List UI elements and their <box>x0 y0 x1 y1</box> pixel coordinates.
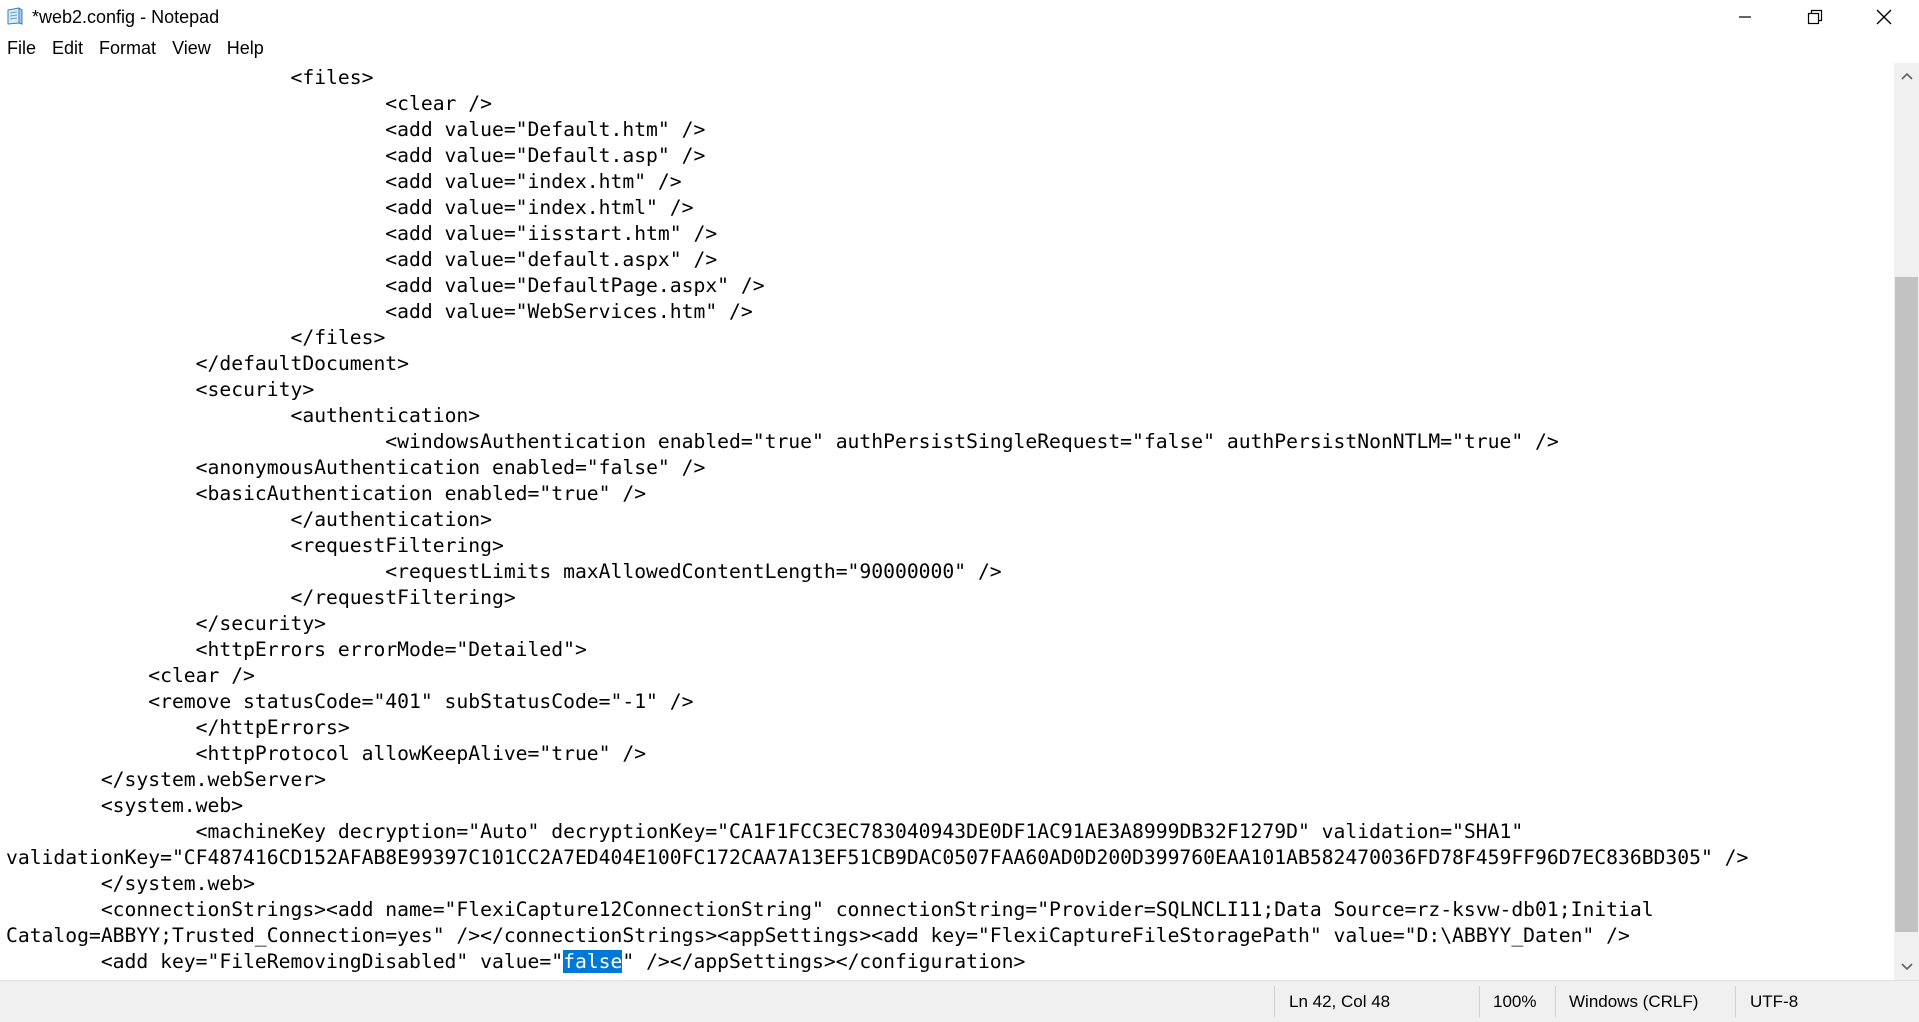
editor-line: <requestFiltering> <box>6 534 504 557</box>
editor-line: <add value="Default.htm" /> <box>6 118 706 141</box>
editor-line: <remove statusCode="401" subStatusCode="… <box>6 690 694 713</box>
vertical-scrollbar[interactable] <box>1894 63 1919 980</box>
menu-view[interactable]: View <box>165 36 220 62</box>
close-button[interactable] <box>1849 0 1919 34</box>
editor-line: <add value="index.html" /> <box>6 196 694 219</box>
editor-line: <connectionStrings><add name="FlexiCaptu… <box>6 898 1654 921</box>
editor-line: validationKey="CF487416CD152AFAB8E99397C… <box>6 846 1749 869</box>
editor-line: <add value="iisstart.htm" /> <box>6 222 718 245</box>
status-divider <box>1274 986 1275 1017</box>
title-bar: *web2.config - Notepad <box>0 0 1919 34</box>
editor-line: <windowsAuthentication enabled="true" au… <box>6 430 1559 453</box>
menu-file[interactable]: File <box>0 36 45 62</box>
status-divider <box>1479 986 1480 1017</box>
status-bar: Ln 42, Col 48 100% Windows (CRLF) UTF-8 <box>0 980 1919 1022</box>
editor-line: <httpErrors errorMode="Detailed"> <box>6 638 587 661</box>
menu-format[interactable]: Format <box>92 36 165 62</box>
restore-button[interactable] <box>1780 0 1850 34</box>
selected-text[interactable]: false <box>563 950 623 973</box>
editor-line: <files> <box>6 66 374 89</box>
editor-line: <clear /> <box>6 92 492 115</box>
restore-icon <box>1807 9 1823 25</box>
status-divider <box>1555 986 1556 1017</box>
editor-line: <clear /> <box>6 664 255 687</box>
editor-text[interactable]: <files> <clear /> <add value="Default.ht… <box>6 65 1748 975</box>
editor-line: </defaultDocument> <box>6 352 410 375</box>
zoom-level: 100% <box>1493 991 1537 1011</box>
close-icon <box>1876 9 1892 25</box>
editor-line: <add value="default.aspx" /> <box>6 248 718 271</box>
editor-line: <anonymousAuthentication enabled="false"… <box>6 456 706 479</box>
scroll-thumb[interactable] <box>1895 277 1918 932</box>
editor-line-segment: <add key="FileRemovingDisabled" value=" <box>6 950 564 973</box>
text-editor[interactable]: <files> <clear /> <add value="Default.ht… <box>0 63 1894 980</box>
editor-line: </requestFiltering> <box>6 586 516 609</box>
window-title: *web2.config - Notepad <box>32 7 220 27</box>
minimize-button[interactable] <box>1710 0 1780 34</box>
editor-line-segment: " /></appSettings></configuration> <box>622 950 1026 973</box>
editor-line: <add value="Default.asp" /> <box>6 144 706 167</box>
editor-line: </files> <box>6 326 386 349</box>
minimize-icon <box>1738 10 1752 24</box>
scroll-down-icon <box>1900 958 1913 976</box>
editor-line: </httpErrors> <box>6 716 350 739</box>
editor-line: </system.web> <box>6 872 255 895</box>
menu-help[interactable]: Help <box>220 36 273 62</box>
editor-line: </authentication> <box>6 508 492 531</box>
notepad-icon <box>6 7 24 25</box>
editor-line-last: <add key="FileRemovingDisabled" value="f… <box>6 950 1025 973</box>
menu-bar: File Edit Format View Help <box>0 36 273 62</box>
scroll-down-button[interactable] <box>1894 956 1919 978</box>
editor-line: </system.webServer> <box>6 768 327 791</box>
editor-line: <security> <box>6 378 315 401</box>
editor-line: <add value="DefaultPage.aspx" /> <box>6 274 765 297</box>
status-divider <box>1735 986 1736 1017</box>
editor-line: <requestLimits maxAllowedContentLength="… <box>6 560 1002 583</box>
editor-line: <httpProtocol allowKeepAlive="true" /> <box>6 742 647 765</box>
line-ending: Windows (CRLF) <box>1569 991 1699 1011</box>
editor-line: <authentication> <box>6 404 481 427</box>
cursor-position: Ln 42, Col 48 <box>1289 991 1391 1011</box>
editor-line: <system.web> <box>6 794 244 817</box>
scroll-up-icon <box>1900 67 1913 85</box>
encoding: UTF-8 <box>1750 991 1799 1011</box>
editor-line: <add value="WebServices.htm" /> <box>6 300 753 323</box>
editor-line: <machineKey decryption="Auto" decryption… <box>6 820 1524 843</box>
scroll-up-button[interactable] <box>1894 65 1919 87</box>
editor-line: <add value="index.htm" /> <box>6 170 682 193</box>
editor-line: </security> <box>6 612 327 635</box>
menu-edit[interactable]: Edit <box>45 36 92 62</box>
editor-line: Catalog=ABBYY;Trusted_Connection=yes" />… <box>6 924 1630 947</box>
editor-line: <basicAuthentication enabled="true" /> <box>6 482 647 505</box>
